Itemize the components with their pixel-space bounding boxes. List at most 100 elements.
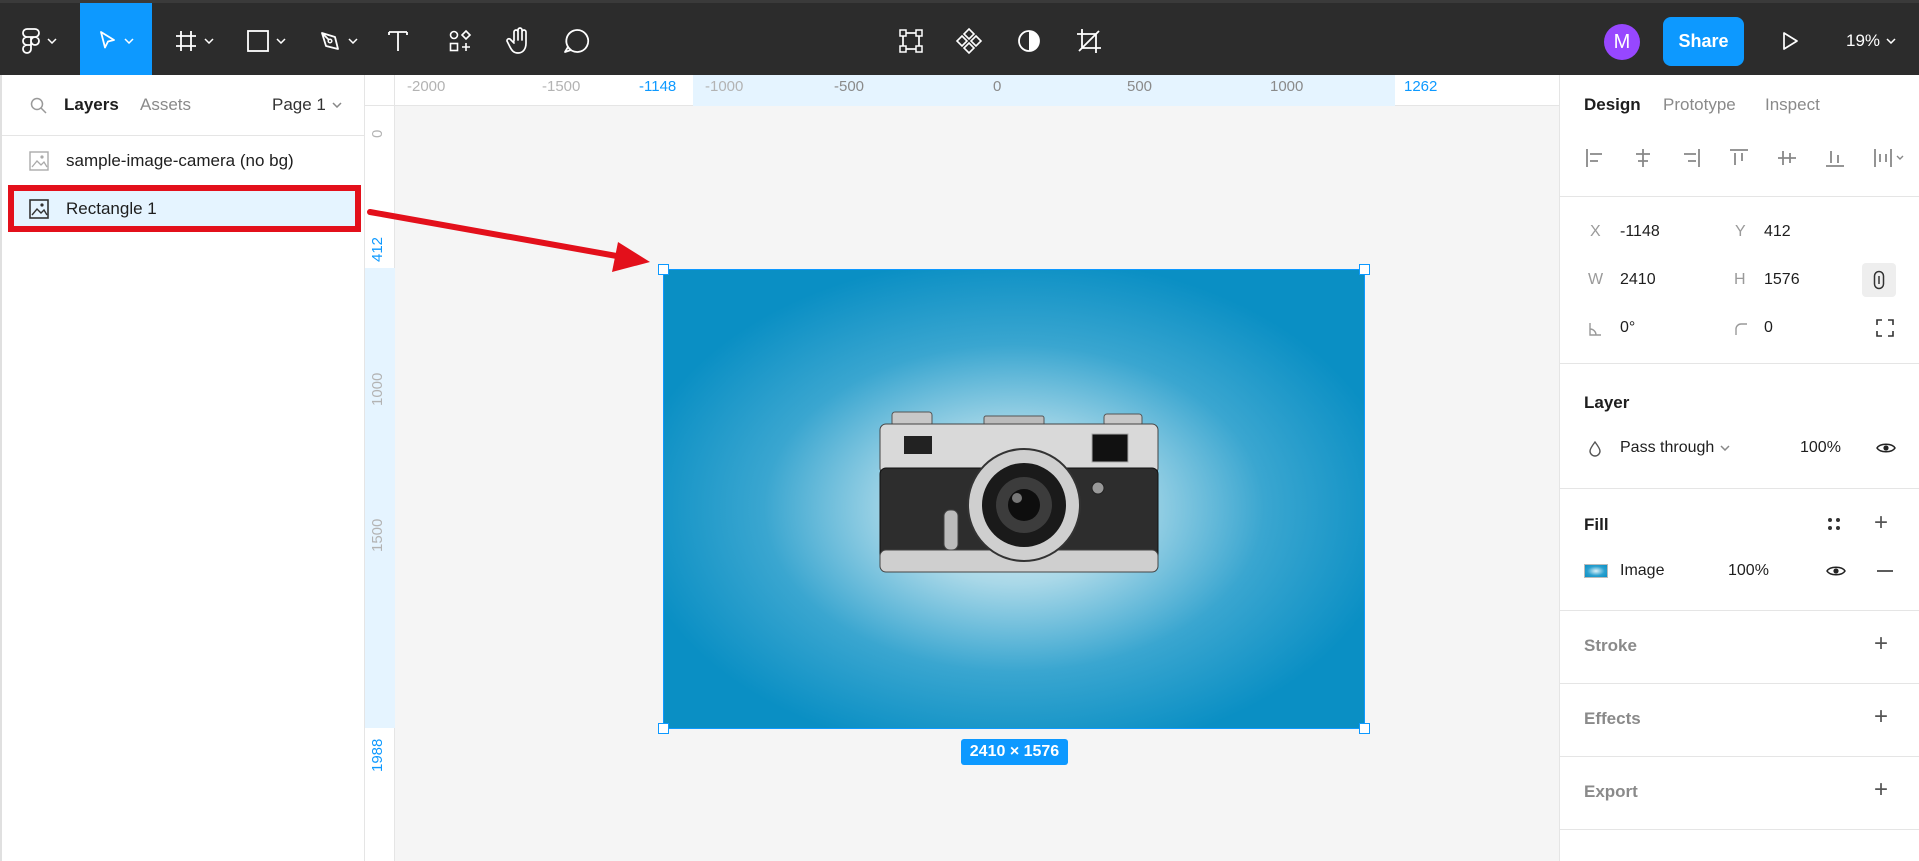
y-input[interactable]: 412: [1764, 223, 1791, 241]
fill-swatch[interactable]: [1584, 564, 1608, 578]
canvas[interactable]: -2000 -1500 -1148 -1000 -500 0 500 1000 …: [365, 75, 1559, 861]
width-input[interactable]: 2410: [1620, 271, 1656, 289]
eye-icon[interactable]: [1876, 441, 1896, 455]
align-vertical-center-icon[interactable]: [1776, 147, 1798, 169]
chevron-down-icon: [332, 102, 342, 108]
fill-type[interactable]: Image: [1620, 562, 1664, 580]
crop-icon: [1077, 28, 1101, 53]
tab-inspect[interactable]: Inspect: [1765, 95, 1820, 115]
align-left-icon[interactable]: [1584, 147, 1606, 169]
chevron-down-icon: [204, 37, 214, 44]
shape-tool-button[interactable]: [240, 3, 292, 78]
y-label: Y: [1735, 223, 1746, 240]
dimension-badge: 2410 × 1576: [961, 739, 1068, 765]
resize-handle-bottom-right[interactable]: [1359, 723, 1370, 734]
corner-radius-icon: [1735, 323, 1747, 335]
layer-section-title: Layer: [1584, 393, 1630, 412]
comment-tool-button[interactable]: [560, 3, 594, 78]
tab-layers[interactable]: Layers: [64, 95, 119, 115]
rotation-input[interactable]: 0°: [1620, 319, 1635, 337]
mask-button[interactable]: [1014, 3, 1044, 78]
chevron-down-icon: [348, 37, 358, 44]
effects-section-title: Effects: [1584, 709, 1641, 728]
chevron-down-icon: [276, 37, 286, 44]
search-icon[interactable]: [30, 97, 48, 115]
independent-corners-icon[interactable]: [1876, 319, 1894, 337]
horizontal-ruler: -2000 -1500 -1148 -1000 -500 0 500 1000 …: [395, 75, 1559, 106]
ruler-tick-selection-start: -1148: [639, 78, 677, 95]
layer-row-selected[interactable]: Rectangle 1: [8, 185, 361, 232]
resources-tool-button[interactable]: [444, 3, 476, 78]
layers-panel: Layers Assets Page 1 sample-image-camera…: [0, 75, 366, 861]
zoom-menu[interactable]: 19%: [1846, 3, 1896, 78]
present-button[interactable]: [1775, 3, 1805, 78]
ruler-tick-selection-end: 1262: [1404, 78, 1438, 95]
tab-prototype[interactable]: Prototype: [1663, 95, 1736, 115]
selected-rectangle[interactable]: [658, 264, 1370, 734]
align-top-icon[interactable]: [1728, 147, 1750, 169]
layer-opacity-input[interactable]: 100%: [1800, 439, 1841, 457]
blend-mode-value: Pass through: [1620, 439, 1715, 456]
x-label: X: [1590, 223, 1601, 240]
page-selector[interactable]: Page 1: [272, 95, 342, 115]
create-component-button[interactable]: [954, 3, 984, 78]
remove-fill-icon[interactable]: [1876, 569, 1894, 573]
divider: [1560, 196, 1919, 197]
fill-opacity-input[interactable]: 100%: [1728, 562, 1769, 580]
align-bottom-icon[interactable]: [1824, 147, 1846, 169]
align-horizontal-center-icon[interactable]: [1632, 147, 1654, 169]
fill-styles-icon[interactable]: [1826, 516, 1842, 532]
text-tool-button[interactable]: [382, 3, 414, 78]
ruler-tick-selection-end: 1988: [369, 738, 386, 772]
image-layer-icon: [29, 198, 49, 219]
red-arrow-annotation: [367, 209, 650, 272]
divider: [1560, 610, 1919, 611]
align-right-icon[interactable]: [1680, 147, 1702, 169]
export-section-title: Export: [1584, 782, 1638, 801]
components-icon: [449, 29, 472, 51]
pen-tool-button[interactable]: [312, 3, 364, 78]
avatar[interactable]: M: [1604, 24, 1640, 60]
divider: [1560, 756, 1919, 757]
resize-handle-top-right[interactable]: [1359, 264, 1370, 275]
x-input[interactable]: -1148: [1620, 223, 1660, 241]
layer-row[interactable]: sample-image-camera (no bg): [8, 139, 361, 183]
height-input[interactable]: 1576: [1764, 271, 1800, 289]
pen-icon: [321, 31, 339, 50]
play-icon: [1783, 31, 1798, 50]
rectangle-icon: [247, 29, 269, 52]
ruler-tick: 500: [1127, 78, 1153, 95]
add-effect-button[interactable]: +: [1874, 705, 1888, 729]
camera-image: [879, 411, 1159, 573]
add-export-button[interactable]: +: [1874, 778, 1888, 802]
fill-section-title: Fill: [1584, 515, 1609, 534]
move-tool-button[interactable]: [80, 3, 152, 78]
chevron-down-icon: [47, 37, 57, 44]
main-menu-button[interactable]: [14, 3, 64, 78]
rotation-icon: [1589, 323, 1601, 336]
link-icon: [1873, 270, 1885, 290]
ruler-tick: -1000: [705, 78, 744, 95]
distribute-icon[interactable]: [1872, 147, 1906, 169]
tab-assets[interactable]: Assets: [140, 95, 191, 115]
add-stroke-button[interactable]: +: [1874, 632, 1888, 656]
divider: [1560, 363, 1919, 364]
tab-design[interactable]: Design: [1584, 95, 1641, 115]
alignment-toolbar: [1584, 147, 1904, 171]
divider: [1560, 683, 1919, 684]
ruler-highlight: [365, 268, 395, 728]
frame-tool-button[interactable]: [168, 3, 220, 78]
crop-button[interactable]: [1074, 3, 1104, 78]
page-name: Page 1: [272, 95, 326, 114]
corner-radius-input[interactable]: 0: [1764, 319, 1773, 337]
add-fill-button[interactable]: +: [1874, 511, 1888, 535]
resize-handle-bottom-left[interactable]: [658, 723, 669, 734]
eye-icon[interactable]: [1826, 564, 1846, 578]
constrain-proportions-button[interactable]: [1862, 263, 1896, 297]
share-button[interactable]: Share: [1663, 17, 1744, 66]
blend-mode-dropdown[interactable]: Pass through: [1620, 439, 1730, 457]
hand-tool-button[interactable]: [502, 3, 536, 78]
text-icon: [388, 30, 408, 51]
ruler-tick: -1500: [542, 78, 581, 95]
edit-object-button[interactable]: [896, 3, 926, 78]
